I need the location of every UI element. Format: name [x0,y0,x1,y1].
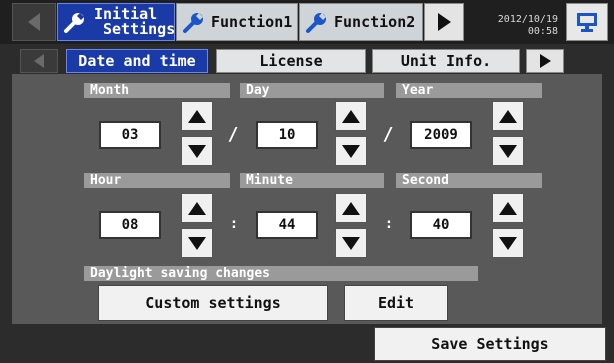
down-arrow-icon [188,236,206,250]
date-separator: / [382,124,394,145]
left-arrow-icon [28,13,40,31]
up-arrow-icon [188,201,206,215]
date-separator: / [227,124,239,145]
down-arrow-icon [499,236,517,250]
wrench-icon [64,13,84,33]
up-arrow-icon [342,201,360,215]
subtab-scroll-left-button[interactable] [20,49,58,73]
up-arrow-icon [342,109,360,123]
year-down-button[interactable] [492,136,524,166]
tab-function1-label: Function1 [211,12,293,31]
hour-down-button[interactable] [181,228,213,258]
month-down-button[interactable] [181,136,213,166]
custom-settings-button[interactable]: Custom settings [98,285,328,321]
clock-time: 00:58 [527,26,558,37]
month-label: Month [84,83,230,98]
save-settings-button[interactable]: Save Settings [374,327,606,361]
day-label: Day [240,83,384,98]
subtab-date-and-time[interactable]: Date and time [66,49,208,73]
up-arrow-icon [188,109,206,123]
wrench-icon [306,13,326,33]
tab-function2[interactable]: Function2 [299,3,423,41]
year-field[interactable]: 2009 [410,121,472,149]
monitor-button[interactable] [566,3,608,41]
day-field[interactable]: 10 [256,121,318,149]
minute-up-button[interactable] [335,193,367,223]
up-arrow-icon [499,201,517,215]
time-separator: : [384,216,394,232]
tab-initial-settings-line2: Settings [103,20,176,38]
time-separator: : [229,216,239,232]
second-field[interactable]: 40 [410,211,472,239]
hour-field[interactable]: 08 [99,211,161,239]
year-label: Year [396,83,542,98]
down-arrow-icon [342,144,360,158]
tab-function1[interactable]: Function1 [176,3,298,41]
up-arrow-icon [499,109,517,123]
second-label: Second [396,173,542,188]
subtab-scroll-right-button[interactable] [526,49,564,73]
down-arrow-icon [499,144,517,158]
tab-function2-label: Function2 [334,12,416,31]
clock-display: 2012/10/19 00:58 [476,14,558,38]
tab-scroll-right-button[interactable] [424,3,464,41]
tab-initial-settings[interactable]: Initial Settings [57,3,175,41]
month-field[interactable]: 03 [99,121,161,149]
subtab-unit-info[interactable]: Unit Info. [372,49,520,73]
wrench-icon [183,13,203,33]
right-arrow-icon [539,54,551,68]
monitor-icon [577,13,597,32]
edit-button[interactable]: Edit [344,285,448,321]
right-arrow-icon [437,13,451,31]
clock-date: 2012/10/19 [497,14,558,25]
tab-scroll-left-button[interactable] [12,3,56,41]
subtab-license[interactable]: License [216,49,366,73]
minute-label: Minute [240,173,384,188]
year-up-button[interactable] [492,101,524,131]
minute-down-button[interactable] [335,228,367,258]
left-arrow-icon [34,54,44,68]
day-down-button[interactable] [335,136,367,166]
second-up-button[interactable] [492,193,524,223]
daylight-saving-label: Daylight saving changes [84,266,478,281]
hour-up-button[interactable] [181,193,213,223]
down-arrow-icon [342,236,360,250]
day-up-button[interactable] [335,101,367,131]
second-down-button[interactable] [492,228,524,258]
hour-label: Hour [84,173,230,188]
month-up-button[interactable] [181,101,213,131]
down-arrow-icon [188,144,206,158]
minute-field[interactable]: 44 [256,211,318,239]
